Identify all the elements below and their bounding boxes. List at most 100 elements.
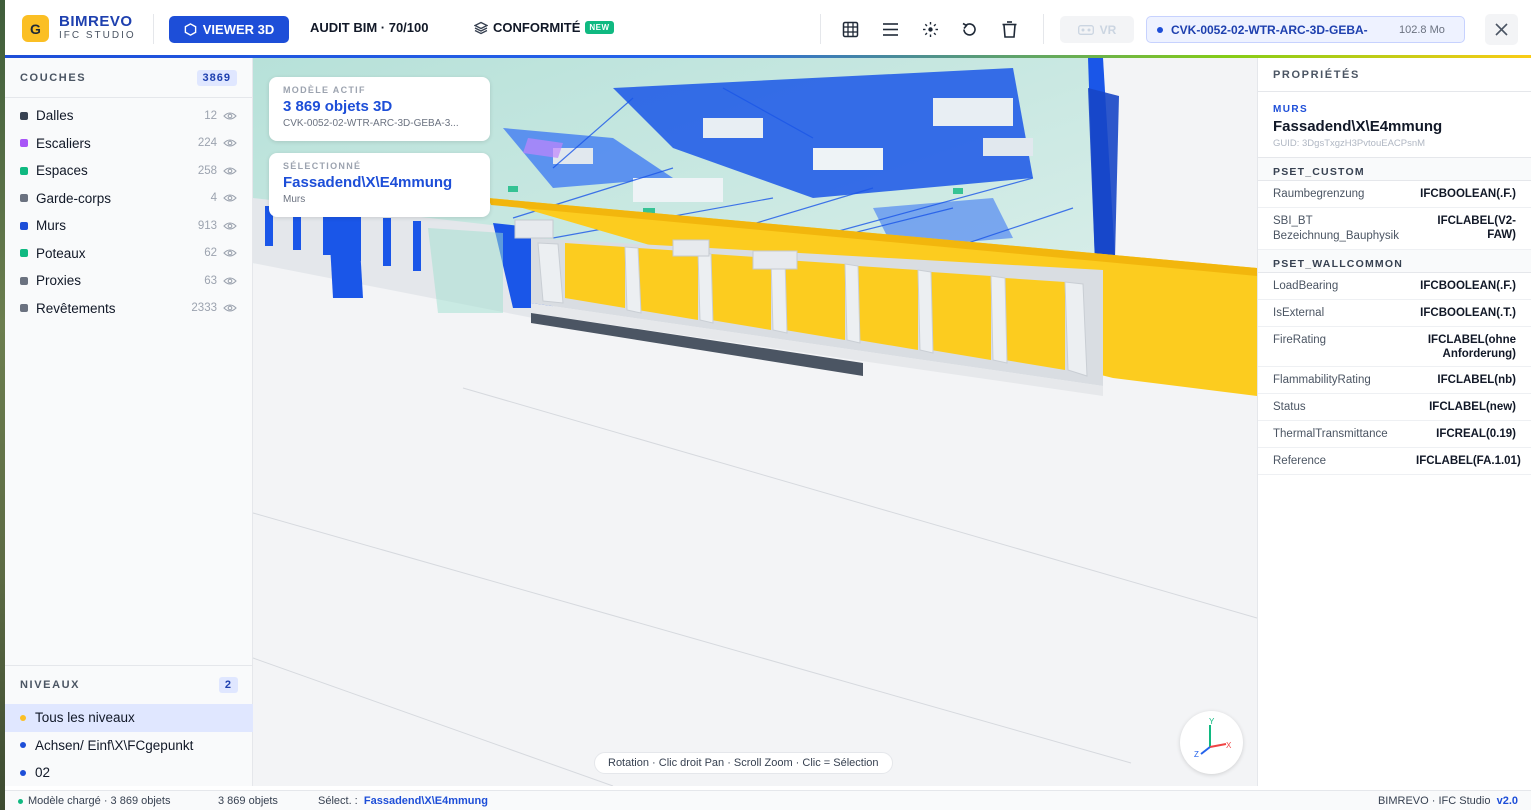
layer-name: Espaces [36, 163, 88, 179]
property-row: FireRating IFCLABEL(ohne Anforderung) [1258, 327, 1531, 367]
layer-item[interactable]: Revêtements 2333 [5, 295, 252, 323]
grid-icon[interactable] [839, 18, 861, 40]
layer-color-swatch [20, 304, 28, 313]
layer-name: Revêtements [36, 300, 116, 316]
left-panel: COUCHES 3869 Dalles 12 Escaliers 224 Espaces… [5, 58, 253, 786]
property-value: IFCBOOLEAN(.F.) [1420, 188, 1516, 200]
layer-item[interactable]: Proxies 63 [5, 267, 252, 295]
cube-icon [184, 23, 197, 36]
layer-item[interactable]: Dalles 12 [5, 102, 252, 130]
layer-count: 2333 [191, 302, 217, 315]
property-row: IsExternal IFCBOOLEAN(.T.) [1258, 300, 1531, 327]
axis-y-label: Y [1209, 717, 1215, 726]
selection-card: SÉLECTIONNÉ Fassadend\X\E4mmung Murs [269, 153, 490, 217]
layer-item[interactable]: Murs 913 [5, 212, 252, 240]
layers-header: COUCHES 3869 [5, 58, 252, 98]
file-status-dot [1157, 26, 1163, 33]
layer-item[interactable]: Escaliers 224 [5, 130, 252, 158]
properties-title: PROPRIÉTÉS [1258, 58, 1531, 92]
property-value: IFCBOOLEAN(.F.) [1420, 280, 1516, 292]
divider [1043, 14, 1044, 44]
layer-color-swatch [20, 166, 28, 175]
layer-color-swatch [20, 221, 28, 230]
levels-section: NIVEAUX 2 Tous les niveaux Achsen/ Einf\X… [5, 665, 253, 786]
conformite-label: CONFORMITÉ [493, 20, 581, 35]
close-icon [1495, 23, 1508, 36]
audit-bim-tab[interactable]: AUDIT BIM · 70/100 [310, 20, 428, 35]
active-model-card: MODÈLE ACTIF 3 869 objets 3D CVK-0052-02… [269, 77, 490, 141]
levels-header: NIVEAUX 2 [5, 666, 253, 704]
layer-count: 258 [197, 164, 217, 177]
properties-panel: PROPRIÉTÉS MURS Fassadend\X\E4mmung GUID… [1257, 58, 1531, 786]
vr-label: VR [1099, 22, 1117, 37]
property-value: IFCBOOLEAN(.T.) [1420, 307, 1516, 319]
axis-z-label: Z [1194, 750, 1199, 759]
level-dot [20, 742, 26, 749]
layer-count: 913 [197, 219, 217, 232]
layer-name: Poteaux [36, 245, 86, 261]
level-list: Tous les niveaux Achsen/ Einf\X\FCgepunkt… [5, 704, 253, 787]
level-item[interactable]: 02 [5, 759, 253, 787]
close-button[interactable] [1485, 14, 1518, 45]
layer-item[interactable]: Espaces 258 [5, 157, 252, 185]
eye-icon[interactable] [223, 193, 237, 203]
axis-gizmo[interactable]: Y X Z [1180, 711, 1243, 774]
active-model-label: MODÈLE ACTIF [283, 85, 366, 95]
status-object-count: 3 869 objets [218, 795, 278, 807]
divider [820, 14, 821, 44]
element-identity: MURS Fassadend\X\E4mmung GUID: 3DgsTxgzH… [1258, 92, 1531, 158]
layer-color-swatch [20, 139, 28, 148]
eye-icon[interactable] [223, 276, 237, 286]
viewer-3d-tab[interactable]: VIEWER 3D [169, 16, 289, 43]
eye-icon[interactable] [223, 111, 237, 121]
brand-name: BIMREVO [59, 13, 133, 30]
property-key: FlammabilityRating [1273, 374, 1371, 386]
layer-name: Escaliers [36, 135, 91, 151]
property-value: IFCREAL(0.19) [1436, 428, 1516, 440]
property-key: LoadBearing [1273, 280, 1339, 292]
property-row: FlammabilityRating IFCLABEL(nb) [1258, 367, 1531, 394]
eye-icon[interactable] [223, 166, 237, 176]
divider [153, 14, 154, 44]
property-row: Reference IFCLABEL(FA.1.01) [1258, 448, 1531, 475]
eye-icon[interactable] [223, 138, 237, 148]
file-chip[interactable]: CVK-0052-02-WTR-ARC-3D-GEBA- 102.8 Mo [1146, 16, 1465, 43]
status-loaded: Modèle chargé · 3 869 objets [18, 795, 170, 807]
property-key: Raumbegrenzung [1273, 188, 1365, 200]
level-item[interactable]: Tous les niveaux [5, 704, 253, 732]
layer-name: Proxies [36, 273, 82, 289]
conformite-tab[interactable]: CONFORMITÉ NEW [474, 20, 614, 35]
layers-title: COUCHES [20, 71, 87, 84]
element-category: MURS [1273, 104, 1309, 115]
eye-icon[interactable] [223, 303, 237, 313]
reset-view-icon[interactable] [958, 18, 980, 40]
status-app-version: BIMREVO · IFC Studio v2.0 [1377, 795, 1518, 807]
layer-color-swatch [20, 249, 28, 258]
level-name: Tous les niveaux [35, 710, 135, 726]
levels-count-badge: 2 [218, 677, 238, 693]
property-key: ThermalTransmittance [1273, 428, 1388, 440]
trash-icon[interactable] [998, 18, 1020, 40]
property-key: SBI_BT Bezeichnung_Bauphysik [1273, 215, 1399, 242]
layer-name: Murs [36, 218, 66, 234]
property-sets: PSET_CUSTOM Raumbegrenzung IFCBOOLEAN(.F.)… [1258, 158, 1531, 475]
eye-icon[interactable] [223, 221, 237, 231]
layer-count: 224 [197, 137, 217, 150]
layer-item[interactable]: Garde-corps 4 [5, 185, 252, 213]
eye-icon[interactable] [223, 248, 237, 258]
element-guid: GUID: 3DgsTxgzH3PvtouEACPsnM [1273, 138, 1426, 149]
property-value: IFCLABEL(new) [1429, 401, 1516, 413]
level-item[interactable]: Achsen/ Einf\X\FCgepunkt [5, 732, 253, 760]
layer-list: Dalles 12 Escaliers 224 Espaces 258 Garde-corp… [5, 98, 252, 322]
layer-color-swatch [20, 111, 28, 120]
brand-subtitle: IFC STUDIO [59, 30, 136, 41]
element-name: Fassadend\X\E4mmung [1273, 118, 1443, 135]
vr-button[interactable]: VR [1060, 16, 1134, 43]
level-name: Achsen/ Einf\X\FCgepunkt [35, 737, 194, 753]
layers-count-badge: 3869 [196, 69, 237, 86]
layer-name: Dalles [36, 108, 74, 124]
list-icon[interactable] [879, 18, 901, 40]
3d-viewport[interactable]: MODÈLE ACTIF 3 869 objets 3D CVK-0052-02… [253, 58, 1257, 786]
explode-icon[interactable] [919, 18, 941, 40]
layer-item[interactable]: Poteaux 62 [5, 240, 252, 268]
